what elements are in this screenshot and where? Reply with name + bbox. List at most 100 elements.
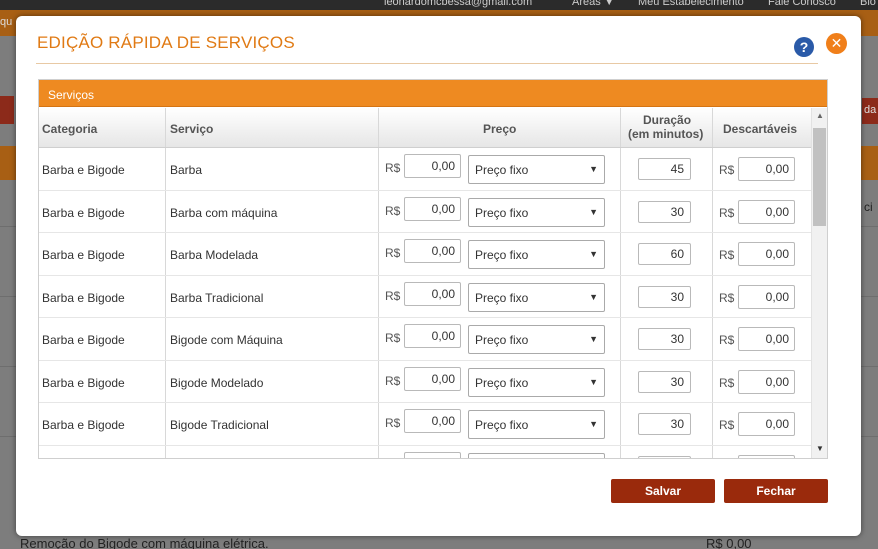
price-currency: R$ [385,161,401,175]
cell-categoria: Barba e Bigode [42,248,125,262]
header-servico[interactable]: Serviço [170,122,213,136]
duration-input[interactable]: 30 [638,413,691,435]
disposables-input[interactable] [738,454,795,458]
close-button[interactable]: Fechar [724,479,828,503]
price-type-select[interactable]: Preço fixo ▼ [468,282,605,312]
header-preco[interactable]: Preço [483,122,516,136]
price-input[interactable] [404,451,461,458]
cell-categoria: Barba e Bigode [42,418,125,432]
chevron-down-icon: ▼ [589,249,598,259]
price-currency: R$ [385,288,401,303]
price-type-select[interactable]: Preço fixo ▼ [468,367,605,397]
duration-input[interactable] [638,455,691,458]
scroll-up-arrow-icon[interactable]: ▲ [816,111,824,120]
background-nav-contact: Fale Conosco [768,0,836,8]
price-type-value: Preço fixo [475,418,529,432]
chevron-down-icon: ▼ [589,206,598,217]
price-type-value: Preço fixo [475,333,529,347]
disposables-input[interactable]: 0,00 [738,284,795,309]
price-type-value: Preço fixo [475,163,529,177]
disposables-currency: R$ [719,290,735,305]
price-input[interactable]: 0,00 [404,324,461,348]
price-input[interactable]: 0,00 [404,239,461,263]
scrollbar-thumb[interactable] [813,128,826,226]
services-panel: Serviços Categoria Serviço Preço Duração… [38,79,828,459]
duration-input[interactable]: 45 [638,158,691,180]
price-input[interactable]: 0,00 [404,196,461,221]
modal-title: EDIÇÃO RÁPIDA DE SERVIÇOS [37,33,295,52]
background-right-fragment: ci [864,200,873,214]
header-duracao[interactable]: Duração [643,113,691,127]
chevron-down-icon: ▼ [589,419,598,429]
table-row: Barba e Bigode Barba R$ 0,00 Preço fixo … [39,148,811,191]
table-row: Barba e Bigode Bigode Tradicional R$ 0,0… [39,403,811,446]
help-icon[interactable]: ? [794,37,814,57]
price-input[interactable]: 0,00 [404,154,461,178]
disposables-input[interactable]: 0,00 [738,157,795,181]
disposables-currency: R$ [719,205,735,220]
price-type-select[interactable]: Preço fixo ▼ [468,325,605,354]
scroll-down-arrow-icon[interactable]: ▼ [816,444,824,453]
price-type-select[interactable]: Preço fixo ▼ [468,197,605,227]
price-currency: R$ [385,373,401,388]
price-currency: R$ [385,331,401,345]
disposables-currency: R$ [719,163,735,177]
price-type-value: Preço fixo [475,205,529,220]
cell-servico: Bigode Tradicional [170,418,269,432]
price-input[interactable]: 0,00 [404,409,461,433]
disposables-input[interactable]: 0,00 [738,412,795,436]
price-type-value: Preço fixo [475,248,529,262]
price-input[interactable]: 0,00 [404,281,461,306]
price-type-select[interactable]: ▼ [468,452,605,458]
disposables-input[interactable]: 0,00 [738,199,795,224]
price-type-value: Preço fixo [475,375,529,390]
duration-input[interactable]: 30 [638,370,691,393]
cell-servico: Barba com máquina [170,205,278,220]
disposables-currency: R$ [719,333,735,347]
price-input[interactable]: 0,00 [404,366,461,391]
header-duracao-unit: (em minutos) [628,127,704,141]
background-right-button: da [862,98,878,124]
disposables-input[interactable]: 0,00 [738,327,795,351]
duration-input[interactable]: 30 [638,285,691,308]
close-icon[interactable]: ✕ [826,33,847,54]
price-currency: R$ [385,203,401,218]
background-service-price: R$ 0,00 [706,536,752,549]
header-descartaveis[interactable]: Descartáveis [723,122,797,136]
table-scrollbar[interactable]: ▲ ▼ [811,108,827,458]
duration-input[interactable]: 30 [638,328,691,350]
cell-servico: Bigode Modelado [170,375,264,390]
cell-servico: Barba [170,163,203,177]
duration-input[interactable]: 30 [638,200,691,223]
save-button[interactable]: Salvar [611,479,715,503]
cell-categoria: Barba e Bigode [42,163,125,177]
background-download-button [0,96,14,124]
background-left-fragment: qu [0,16,13,28]
chevron-down-icon: ▼ [589,376,598,387]
price-type-select[interactable]: Preço fixo ▼ [468,155,605,184]
price-currency: R$ [385,416,401,430]
background-service-name: Remoção do Bigode com máquina elétrica. [20,536,269,549]
price-type-select[interactable]: Preço fixo ▼ [468,240,605,269]
disposables-input[interactable]: 0,00 [738,369,795,394]
chevron-down-icon: ▼ [589,334,598,344]
price-currency: R$ [385,246,401,260]
table-row: R$ ▼ R$ [39,445,811,460]
cell-categoria: Barba e Bigode [42,333,125,347]
background-nav-areas: Áreas ▼ [572,0,615,8]
cell-categoria: Barba e Bigode [42,290,125,305]
price-type-select[interactable]: Preço fixo ▼ [468,410,605,439]
background-nav-blog: Blo [860,0,876,8]
header-categoria[interactable]: Categoria [42,122,97,136]
disposables-currency: R$ [719,418,735,432]
duration-input[interactable]: 60 [638,243,691,265]
background-nav-establishment: Meu Estabelecimento [638,0,744,8]
price-type-value: Preço fixo [475,290,529,305]
table-row: Barba e Bigode Barba Tradicional R$ 0,00… [39,275,811,318]
background-top-bar: leonardomcbessa@gmail.com Áreas ▼ Meu Es… [0,0,878,10]
panel-title: Serviços [39,80,827,107]
price-currency: R$ [385,459,400,460]
disposables-input[interactable]: 0,00 [738,242,795,266]
cell-servico: Bigode com Máquina [170,333,283,347]
quick-edit-services-modal: EDIÇÃO RÁPIDA DE SERVIÇOS ? ✕ Serviços C… [16,16,861,536]
